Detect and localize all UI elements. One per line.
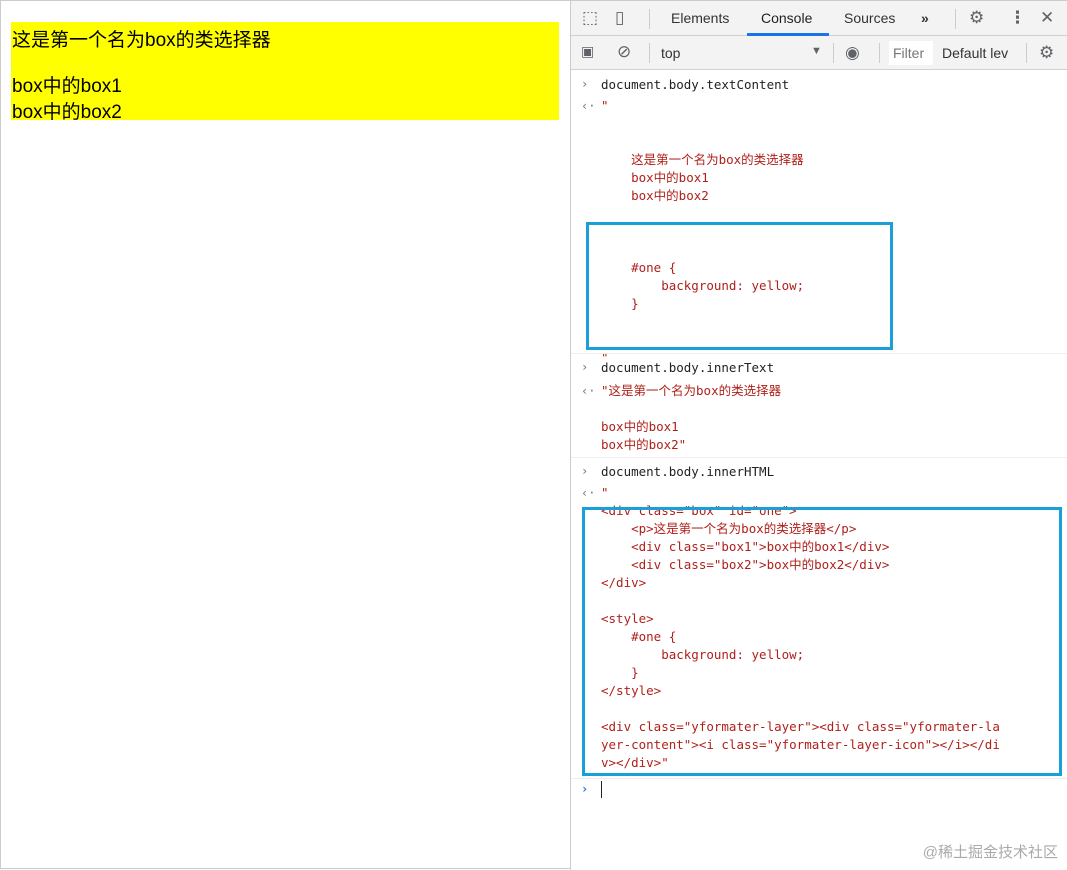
tab-console[interactable]: Console: [761, 10, 812, 26]
active-prompt-icon: ›: [581, 782, 589, 796]
box1: box中的box1: [12, 76, 122, 97]
sidebar-toggle-icon[interactable]: ▣: [581, 44, 594, 58]
console-input: document.body.innerText: [601, 360, 775, 375]
close-icon[interactable]: ✕: [1040, 9, 1054, 26]
output-arrow-icon: ‹·: [581, 486, 596, 500]
input-prompt-icon: ›: [581, 464, 589, 478]
highlight-box: [586, 222, 893, 350]
console-prompt-input[interactable]: [601, 781, 602, 798]
input-prompt-icon: ›: [581, 360, 589, 374]
more-tabs-button[interactable]: »: [921, 10, 929, 26]
chevron-down-icon[interactable]: ▼: [811, 46, 822, 57]
yellow-box: 这是第一个名为box的类选择器 box中的box1 box中的box2: [11, 22, 559, 123]
tab-sources[interactable]: Sources: [844, 10, 895, 26]
eye-icon[interactable]: ◉: [845, 44, 860, 61]
more-options-icon[interactable]: ⋮: [1009, 9, 1026, 26]
devtools-tabbar: ⬚ ▯ Elements Console Sources » ⚙ ⋮ ✕: [571, 1, 1067, 36]
console-input: document.body.innerHTML: [601, 464, 775, 479]
console-output: "这是第一个名为box的类选择器 box中的box1 box中的box2": [601, 383, 782, 452]
output-arrow-icon: ‹·: [581, 384, 596, 398]
box2: box中的box2: [12, 102, 122, 123]
log-levels-select[interactable]: Default lev: [942, 45, 1008, 61]
watermark: @稀土掘金技术社区: [922, 844, 1058, 861]
tab-elements[interactable]: Elements: [671, 10, 729, 26]
console-toolbar: ▣ ⊘ top ▼ ◉ Default lev ⚙: [571, 36, 1067, 70]
filter-input[interactable]: [889, 41, 933, 65]
clear-console-icon[interactable]: ⊘: [617, 43, 631, 60]
highlight-box: [582, 507, 1062, 776]
output-arrow-icon: ‹·: [581, 99, 596, 113]
devtools-panel: ⬚ ▯ Elements Console Sources » ⚙ ⋮ ✕ ▣ ⊘…: [570, 1, 1067, 870]
console-settings-icon[interactable]: ⚙: [1039, 44, 1054, 61]
page-viewport: 这是第一个名为box的类选择器 box中的box1 box中的box2: [1, 1, 570, 870]
device-toolbar-icon[interactable]: ▯: [615, 9, 624, 26]
settings-gear-icon[interactable]: ⚙: [969, 9, 984, 26]
inspect-element-icon[interactable]: ⬚: [582, 9, 598, 26]
console-input: document.body.textContent: [601, 77, 790, 92]
context-select[interactable]: top: [661, 45, 680, 61]
input-prompt-icon: ›: [581, 77, 589, 91]
box-paragraph: 这是第一个名为box的类选择器: [12, 30, 271, 51]
